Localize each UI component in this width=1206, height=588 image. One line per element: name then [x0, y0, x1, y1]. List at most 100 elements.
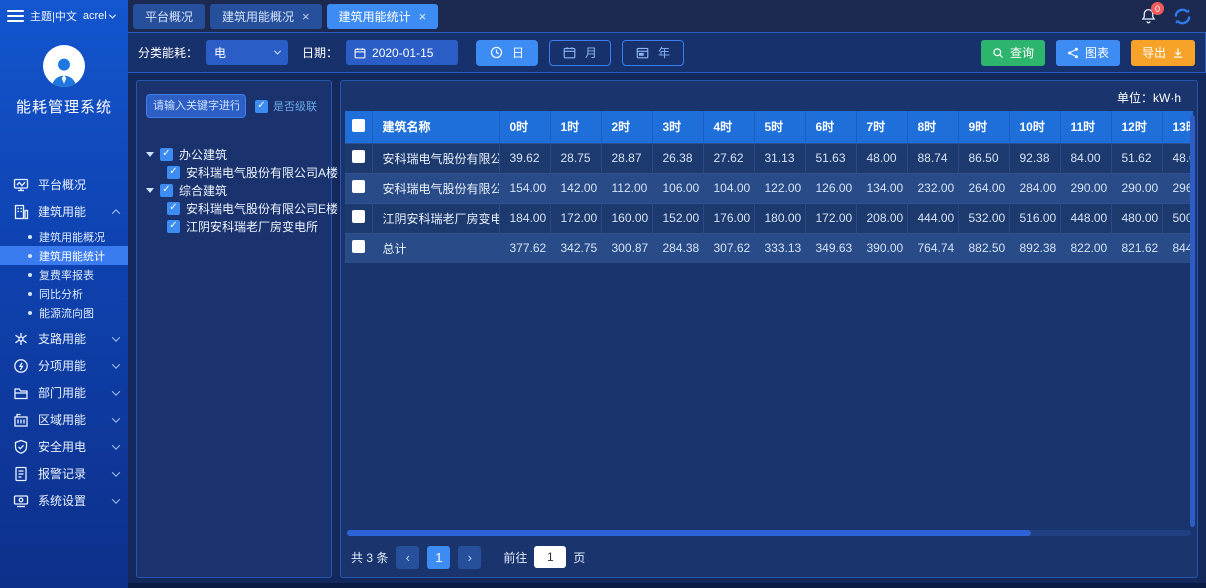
column-header-hour: 13时 [1162, 111, 1193, 143]
tree-group-complex-buildings[interactable]: ✓ 综合建筑 [146, 181, 322, 199]
sidebar-item-building-energy[interactable]: 建筑用能 [0, 198, 128, 225]
user-menu[interactable]: acrel [83, 10, 115, 22]
date-picker[interactable]: 2020-01-15 [346, 40, 458, 65]
horizontal-scrollbar[interactable] [347, 530, 1191, 536]
sidebar-menu: 平台概况 建筑用能 建筑用能概况 建筑用能统计 [0, 171, 128, 514]
submenu-label: 建筑用能统计 [39, 248, 105, 264]
tab-platform-overview[interactable]: 平台概况 [133, 4, 205, 29]
cell-value: 264.00 [958, 173, 1009, 203]
tree-group-office-buildings[interactable]: ✓ 办公建筑 [146, 145, 322, 163]
goto-page-group: 前往 页 [503, 546, 585, 568]
close-icon[interactable]: × [302, 10, 310, 23]
prev-page-button[interactable]: ‹ [396, 546, 419, 569]
checkbox-checked-icon[interactable]: ✓ [167, 166, 180, 179]
clock-icon [490, 46, 503, 59]
tree-item-building-a[interactable]: ✓ 安科瑞电气股份有限公司A楼 [146, 163, 322, 181]
tab-building-energy-overview[interactable]: 建筑用能概况 × [210, 4, 322, 29]
caret-down-icon[interactable] [146, 188, 154, 193]
terminal-icon [13, 493, 29, 509]
chevron-up-icon [112, 209, 120, 217]
notification-bell-icon[interactable]: 0 [1140, 7, 1157, 25]
sidebar-item-platform-overview[interactable]: 平台概况 [0, 171, 128, 198]
energy-type-select[interactable]: 电 [206, 40, 288, 65]
checkbox-checked-icon[interactable]: ✓ [160, 184, 173, 197]
export-button[interactable]: 导出 [1131, 40, 1195, 66]
checkbox-checked-icon[interactable]: ✓ [167, 202, 180, 215]
checkbox-checked-icon[interactable]: ✓ [167, 220, 180, 233]
row-checkbox[interactable] [352, 240, 365, 253]
cascade-toggle[interactable]: ✓ 是否级联 [255, 98, 317, 114]
column-header-hour: 6时 [805, 111, 856, 143]
caret-down-icon[interactable] [146, 152, 154, 157]
bullet-icon [28, 273, 32, 277]
cell-value: 516.00 [1009, 203, 1060, 233]
chevron-down-icon [112, 495, 120, 503]
row-checkbox[interactable] [352, 180, 365, 193]
day-granularity-button[interactable]: 日 [476, 40, 538, 66]
cell-value: 444.00 [907, 203, 958, 233]
close-icon[interactable]: × [419, 10, 427, 23]
sidebar-item-safety-power[interactable]: 安全用电 [0, 433, 128, 460]
sidebar-top-bar: 主题|中文 acrel [0, 0, 128, 32]
pagination: 共 3 条 ‹ 1 › 前往 页 [345, 543, 1193, 577]
refresh-icon[interactable] [1173, 7, 1192, 26]
month-granularity-button[interactable]: 月 [549, 40, 611, 66]
day-label: 日 [512, 44, 524, 61]
row-checkbox[interactable] [352, 210, 365, 223]
sidebar-item-circuit-energy[interactable]: 支路用能 [0, 325, 128, 352]
tab-label: 建筑用能统计 [339, 8, 411, 25]
sidebar-item-system-settings[interactable]: 系统设置 [0, 487, 128, 514]
page-number-button[interactable]: 1 [427, 546, 450, 569]
building-energy-submenu: 建筑用能概况 建筑用能统计 复费率报表 同比分析 能源流向图 [0, 225, 128, 325]
main-area: 平台概况 建筑用能概况 × 建筑用能统计 × 0 [128, 0, 1206, 588]
granularity-group: 日 月 年 [476, 40, 684, 66]
chart-button[interactable]: 图表 [1056, 40, 1120, 66]
tab-building-energy-stats[interactable]: 建筑用能统计 × [327, 4, 439, 29]
tab-bar: 平台概况 建筑用能概况 × 建筑用能统计 × [133, 4, 438, 29]
sidebar-item-department-energy[interactable]: 部门用能 [0, 379, 128, 406]
date-label: 日期： [302, 44, 338, 61]
cell-value: 172.00 [550, 203, 601, 233]
sidebar-item-label: 部门用能 [38, 384, 86, 401]
tree-search-input[interactable] [146, 94, 246, 118]
chevron-down-icon [112, 468, 120, 476]
vertical-scrollbar[interactable] [1190, 115, 1195, 527]
sidebar-item-region-energy[interactable]: 区域用能 [0, 406, 128, 433]
column-header-hour: 3时 [652, 111, 703, 143]
sidebar-item-subentry-energy[interactable]: 分项用能 [0, 352, 128, 379]
sidebar-item-tariff-report[interactable]: 复费率报表 [0, 265, 128, 284]
cell-value: 134.00 [856, 173, 907, 203]
sidebar-item-energy-flow[interactable]: 能源流向图 [0, 303, 128, 322]
sidebar-item-alarm-records[interactable]: 报警记录 [0, 460, 128, 487]
row-checkbox[interactable] [352, 150, 365, 163]
cell-value: 821.62 [1111, 233, 1162, 263]
sidebar-item-building-energy-overview[interactable]: 建筑用能概况 [0, 227, 128, 246]
scrollbar-thumb[interactable] [347, 530, 1031, 536]
page-unit-label: 页 [573, 549, 585, 566]
building-tree: ✓ 办公建筑 ✓ 安科瑞电气股份有限公司A楼 ✓ 综合建筑 ✓ 安科瑞电气 [146, 145, 322, 235]
theme-language-switch[interactable]: 主题|中文 [30, 8, 77, 24]
next-page-button[interactable]: › [458, 546, 481, 569]
tree-item-old-factory-substation[interactable]: ✓ 江阴安科瑞老厂房变电所 [146, 217, 322, 235]
building-name-cell: 总计 [372, 233, 499, 263]
cell-value: 892.38 [1009, 233, 1060, 263]
column-header-hour: 8时 [907, 111, 958, 143]
hamburger-menu-icon[interactable] [7, 10, 24, 22]
tree-item-building-e[interactable]: ✓ 安科瑞电气股份有限公司E楼 [146, 199, 322, 217]
goto-page-input[interactable] [534, 546, 566, 568]
sidebar-item-building-energy-stats[interactable]: 建筑用能统计 [0, 246, 128, 265]
year-granularity-button[interactable]: 年 [622, 40, 684, 66]
cell-value: 26.38 [652, 143, 703, 173]
cell-value: 764.74 [907, 233, 958, 263]
select-all-checkbox[interactable] [352, 119, 365, 132]
tree-label: 安科瑞电气股份有限公司E楼 [186, 200, 338, 217]
cell-value: 390.00 [856, 233, 907, 263]
cell-value: 822.00 [1060, 233, 1111, 263]
checkbox-checked-icon[interactable]: ✓ [255, 100, 268, 113]
sidebar-item-yoy-analysis[interactable]: 同比分析 [0, 284, 128, 303]
checkbox-checked-icon[interactable]: ✓ [160, 148, 173, 161]
query-button[interactable]: 查询 [981, 40, 1045, 66]
cell-value: 152.00 [652, 203, 703, 233]
column-header-building-name: 建筑名称 [372, 111, 499, 143]
column-header-hour: 9时 [958, 111, 1009, 143]
